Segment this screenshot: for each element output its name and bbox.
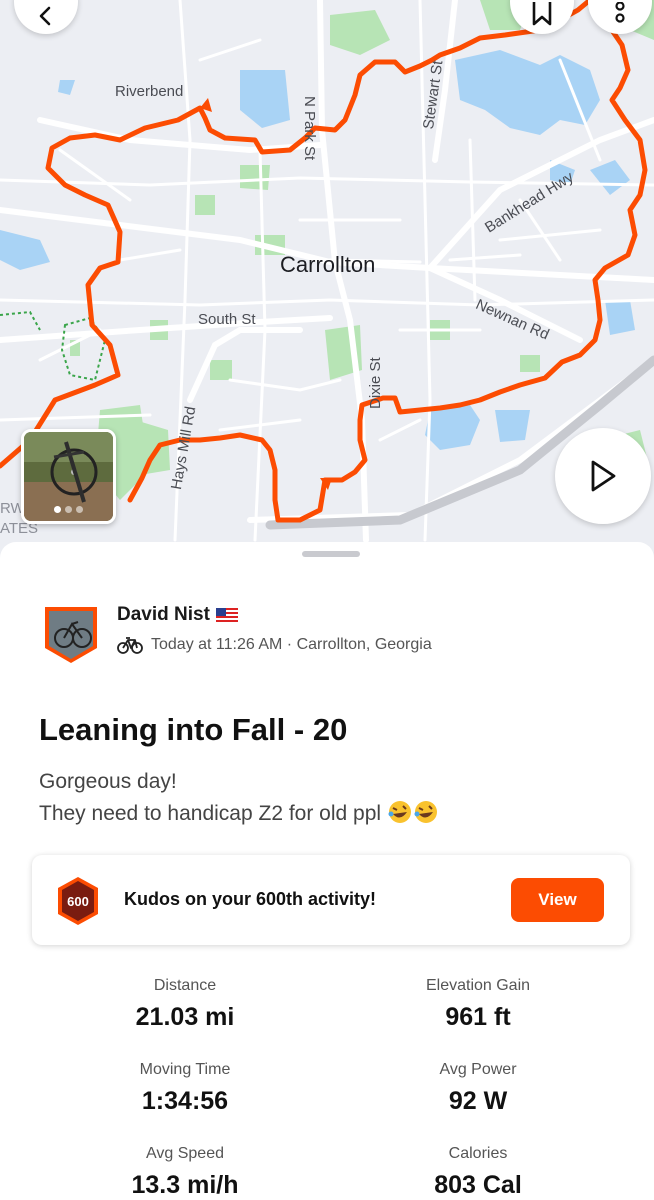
bookmark-icon <box>532 2 552 26</box>
rolling-laughing-emoji-icon <box>414 801 437 823</box>
description-line-2: They need to handicap Z2 for old ppl <box>39 802 382 825</box>
more-vertical-icon <box>615 2 625 23</box>
activity-description: Gorgeous day! They need to handicap Z2 f… <box>39 766 439 830</box>
stat-label: Avg Speed <box>146 1145 224 1162</box>
stat-value: 803 Cal <box>434 1171 522 1199</box>
athlete-name[interactable]: David Nist <box>117 604 210 626</box>
play-icon <box>591 460 616 492</box>
milestone-badge-number: 600 <box>67 894 89 909</box>
stat-avg-power: Avg Power 92 W <box>328 1061 628 1116</box>
athlete-header[interactable]: David Nist Today at 11:26 AM · Carrollto… <box>42 604 432 666</box>
stat-moving-time: Moving Time 1:34:56 <box>35 1061 335 1116</box>
map-label-dixie-st: Dixie St <box>367 357 384 409</box>
stat-value: 13.3 mi/h <box>131 1171 239 1199</box>
stat-elevation-gain: Elevation Gain 961 ft <box>328 977 628 1032</box>
stat-avg-speed: Avg Speed 13.3 mi/h <box>35 1145 335 1200</box>
stat-label: Elevation Gain <box>425 977 531 994</box>
stat-value: 21.03 mi <box>135 1003 235 1031</box>
activity-meta: Today at 11:26 AM · Carrollton, Georgia <box>151 636 432 653</box>
view-milestone-button[interactable]: View <box>511 878 604 922</box>
stat-value: 92 W <box>448 1087 508 1115</box>
bike-icon <box>117 637 143 654</box>
flyover-play-button[interactable] <box>555 428 651 524</box>
activity-map[interactable]: Riverbend N Park St Stewart St Bankhead … <box>0 0 654 560</box>
stat-distance: Distance 21.03 mi <box>35 977 335 1032</box>
stat-label: Calories <box>448 1145 508 1162</box>
map-label-n-park-st: N Park St <box>301 96 318 161</box>
stat-value: 961 ft <box>445 1003 511 1031</box>
stat-label: Distance <box>153 977 217 994</box>
activity-details-sheet: David Nist Today at 11:26 AM · Carrollto… <box>0 542 654 1200</box>
stat-label: Avg Power <box>439 1061 517 1078</box>
map-label-south-st: South St <box>198 311 256 328</box>
activity-photo-thumbnail[interactable] <box>21 429 116 524</box>
description-line-1: Gorgeous day! <box>39 770 177 793</box>
photo-pager-dots <box>54 506 83 513</box>
athlete-avatar[interactable] <box>42 604 100 666</box>
milestone-message: Kudos on your 600th activity! <box>124 889 377 909</box>
stat-label: Moving Time <box>139 1061 231 1078</box>
rolling-laughing-emoji-icon <box>388 801 411 823</box>
stat-value: 1:34:56 <box>141 1087 229 1115</box>
chevron-left-icon <box>39 6 51 26</box>
stat-calories: Calories 803 Cal <box>328 1145 628 1200</box>
sheet-grab-handle[interactable] <box>302 551 360 557</box>
milestone-badge-icon: 600 <box>58 877 98 925</box>
us-flag-icon <box>215 607 238 623</box>
map-label-city: Carrollton <box>280 252 376 277</box>
activity-title: Leaning into Fall - 20 <box>39 712 348 747</box>
milestone-card[interactable]: 600 Kudos on your 600th activity! View <box>32 855 630 945</box>
map-label-riverbend: Riverbend <box>115 83 184 100</box>
